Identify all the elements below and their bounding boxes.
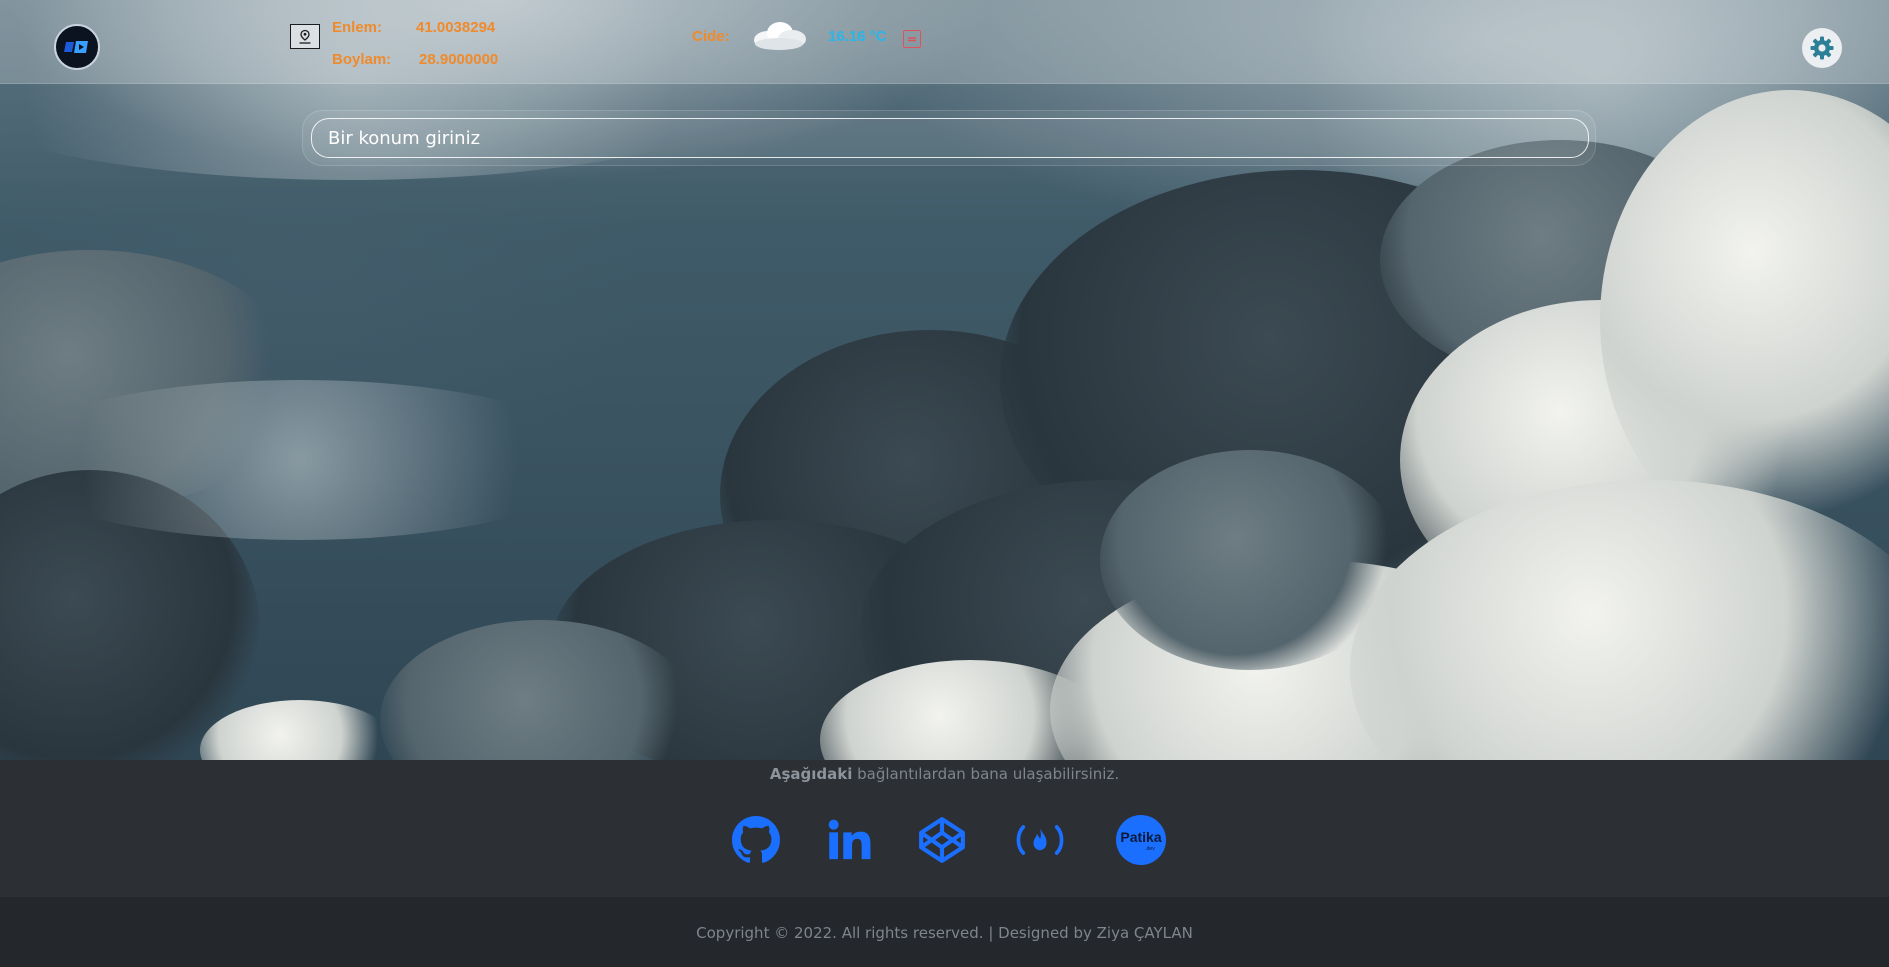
latitude-value: 41.0038294 xyxy=(416,19,496,36)
linkedin-icon xyxy=(828,819,871,860)
cloud-icon xyxy=(754,22,806,50)
close-icon xyxy=(908,37,916,42)
weather-city: Cide: xyxy=(692,28,730,45)
svg-text:.dev: .dev xyxy=(1145,846,1155,852)
codepen-link[interactable] xyxy=(916,814,968,866)
map-pin-icon xyxy=(299,29,311,44)
latitude-label: Enlem: xyxy=(332,19,383,36)
patika-label: Patika xyxy=(1120,829,1161,845)
brand-logo[interactable] xyxy=(54,24,100,70)
contact-intro: Aşağıdaki bağlantılardan bana ulaşabilir… xyxy=(0,765,1889,783)
contact-intro-bold: Aşağıdaki xyxy=(769,765,853,783)
location-search-input[interactable] xyxy=(311,118,1589,158)
search-container xyxy=(302,110,1596,166)
github-link[interactable] xyxy=(730,814,782,866)
settings-button[interactable] xyxy=(1802,28,1842,68)
contact-section: Aşağıdaki bağlantılardan bana ulaşabilir… xyxy=(0,760,1889,897)
longitude-value: 28.9000000 xyxy=(419,51,499,68)
longitude-label: Boylam: xyxy=(332,51,392,68)
gear-icon xyxy=(1810,36,1834,60)
freecodecamp-link[interactable] xyxy=(1014,814,1066,866)
codepen-icon xyxy=(919,817,965,863)
top-navbar: Enlem: 41.0038294 Boylam: 28.9000000 Cid… xyxy=(0,0,1889,84)
location-button[interactable] xyxy=(290,24,320,49)
copyright-text: Copyright © 2022. All rights reserved. |… xyxy=(696,924,1193,942)
patika-link[interactable]: Patika .dev xyxy=(1115,814,1167,866)
footer: Copyright © 2022. All rights reserved. |… xyxy=(0,897,1889,967)
close-weather-button[interactable] xyxy=(903,30,921,48)
freecodecamp-icon xyxy=(1016,825,1064,855)
logo-icon xyxy=(64,41,88,53)
temperature-value: 16.16 °C xyxy=(828,28,887,45)
patika-icon: Patika .dev xyxy=(1116,815,1166,865)
linkedin-link[interactable] xyxy=(823,814,875,866)
github-icon xyxy=(732,816,780,863)
contact-intro-rest: bağlantılardan bana ulaşabilirsiniz. xyxy=(852,765,1120,783)
